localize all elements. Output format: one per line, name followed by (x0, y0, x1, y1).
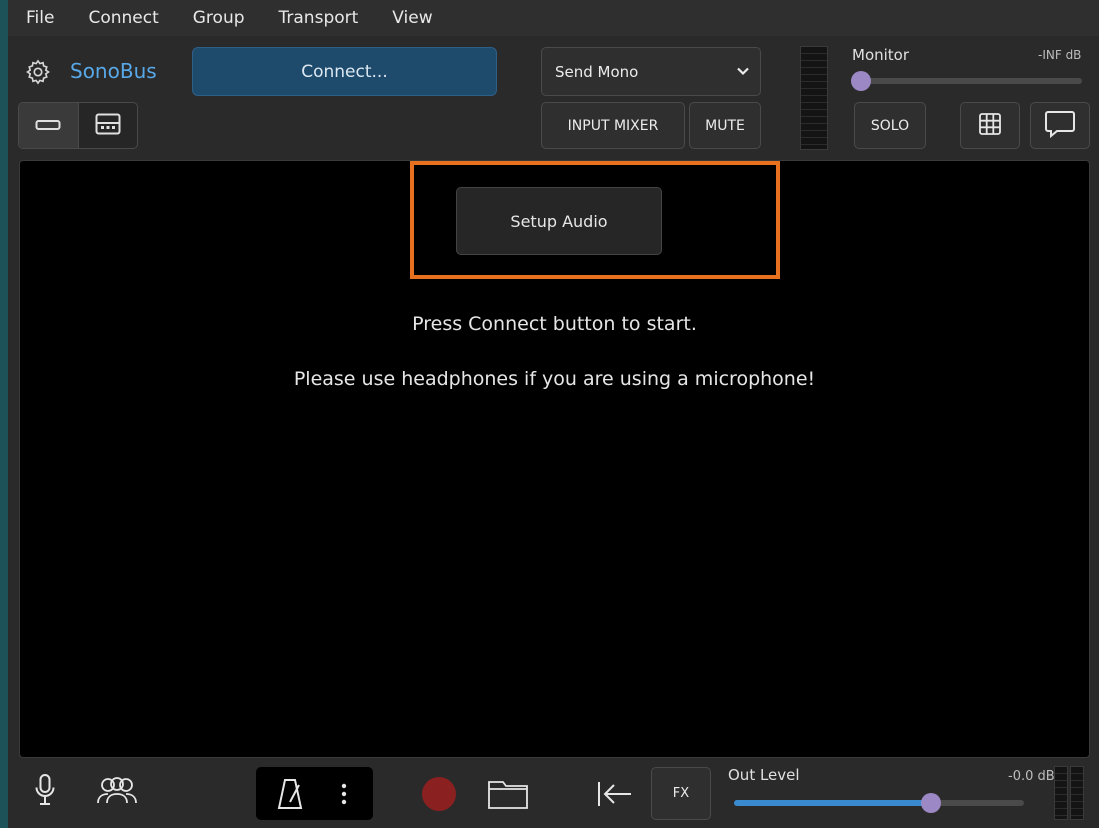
monitor-db-readout: -INF dB (1038, 48, 1082, 62)
menu-connect[interactable]: Connect (71, 0, 175, 36)
highlight-box (410, 161, 780, 279)
input-level-meter (800, 46, 828, 150)
app-name[interactable]: SonoBus (70, 56, 157, 86)
more-vertical-icon[interactable] (334, 777, 354, 811)
chevron-down-icon (736, 64, 750, 82)
people-icon[interactable] (92, 770, 142, 810)
fx-button[interactable]: FX (651, 767, 711, 820)
send-mode-value: Send Mono (555, 62, 639, 81)
out-level-slider[interactable] (734, 800, 1024, 806)
connect-button[interactable]: Connect... (192, 47, 497, 96)
single-row-icon (35, 116, 61, 135)
headphones-hint-text: Please use headphones if you are using a… (293, 368, 816, 390)
menu-file[interactable]: File (8, 0, 71, 36)
output-meter-right (1070, 766, 1084, 820)
monitor-slider-thumb[interactable] (851, 71, 871, 91)
solo-button[interactable]: SOLO (854, 102, 926, 149)
out-level-label: Out Level (728, 766, 800, 784)
folder-icon[interactable] (486, 775, 530, 813)
grid-button[interactable] (960, 102, 1020, 149)
skip-back-icon[interactable] (594, 775, 636, 813)
record-icon[interactable] (420, 775, 458, 813)
out-level-slider-thumb[interactable] (921, 793, 942, 813)
connect-hint-text: Press Connect button to start. (412, 313, 697, 335)
mute-button[interactable]: MUTE (689, 102, 761, 149)
gear-icon[interactable] (23, 57, 53, 87)
menu-view[interactable]: View (375, 0, 449, 36)
view-multi-button[interactable] (77, 103, 138, 148)
microphone-icon[interactable] (30, 770, 60, 810)
view-mode-toggle (18, 102, 138, 149)
menu-transport[interactable]: Transport (262, 0, 376, 36)
view-single-button[interactable] (19, 103, 78, 148)
grid-icon (978, 112, 1002, 140)
multi-row-icon (95, 113, 121, 139)
metronome-panel (256, 767, 373, 820)
out-level-fill (734, 800, 932, 806)
menu-bar: File Connect Group Transport View (8, 0, 1099, 36)
chat-bubble-icon (1044, 109, 1076, 143)
menu-group[interactable]: Group (176, 0, 262, 36)
chat-button[interactable] (1030, 102, 1090, 149)
monitor-label: Monitor (852, 46, 910, 64)
send-mode-select[interactable]: Send Mono (541, 47, 761, 96)
input-mixer-button[interactable]: INPUT MIXER (541, 102, 685, 149)
out-level-db-readout: -0.0 dB (1008, 769, 1055, 784)
metronome-icon[interactable] (272, 777, 308, 811)
sonobus-window: File Connect Group Transport View SonoBu… (8, 0, 1099, 828)
monitor-slider[interactable] (854, 78, 1082, 84)
output-meter-left (1054, 766, 1068, 820)
